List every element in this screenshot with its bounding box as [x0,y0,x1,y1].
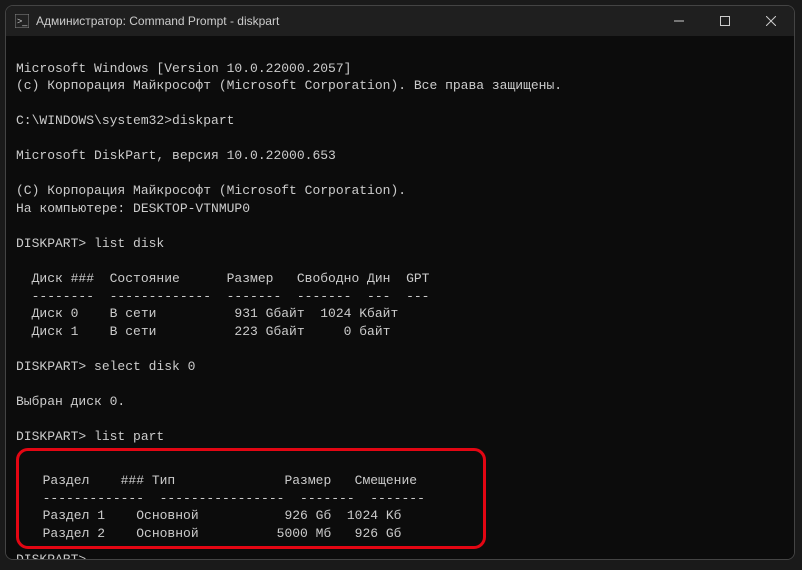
output-line: (C) Корпорация Майкрософт (Microsoft Cor… [16,183,406,198]
window-controls [656,6,794,36]
window-title: Администратор: Command Prompt - diskpart [36,14,656,28]
minimize-button[interactable] [656,6,702,36]
table-header: Раздел ### Тип Размер Смещение [27,473,417,488]
table-row: Диск 1 В сети 223 Gбайт 0 байт [16,324,390,339]
prompt-line: DISKPART> list part [16,429,164,444]
table-separator: -------- ------------- ------- ------- -… [16,289,429,304]
titlebar[interactable]: >_ Администратор: Command Prompt - diskp… [6,6,794,36]
cmd-icon: >_ [14,13,30,29]
highlight-box: Раздел ### Тип Размер Смещение ---------… [16,448,486,550]
command-prompt-window: >_ Администратор: Command Prompt - diskp… [5,5,795,560]
table-row: Диск 0 В сети 931 Gбайт 1024 Kбайт [16,306,398,321]
prompt-line: DISKPART> list disk [16,236,164,251]
output-line: На компьютере: DESKTOP-VTNMUP0 [16,201,250,216]
output-line: (c) Корпорация Майкрософт (Microsoft Cor… [16,78,562,93]
output-line: Microsoft Windows [Version 10.0.22000.20… [16,61,351,76]
terminal-output[interactable]: Microsoft Windows [Version 10.0.22000.20… [6,36,794,559]
table-row: Раздел 1 Основной 926 Gб 1024 Kб [27,508,401,523]
svg-text:>_: >_ [17,16,28,26]
table-header: Диск ### Состояние Размер Свободно Дин G… [16,271,429,286]
output-line: Выбран диск 0. [16,394,125,409]
close-button[interactable] [748,6,794,36]
table-row: Раздел 2 Основной 5000 Mб 926 Gб [27,526,401,541]
maximize-button[interactable] [702,6,748,36]
table-separator: ------------- ---------------- ------- -… [27,491,425,506]
prompt-line: C:\WINDOWS\system32>diskpart [16,113,234,128]
prompt-line: DISKPART> select disk 0 [16,359,195,374]
output-line: Microsoft DiskPart, версия 10.0.22000.65… [16,148,336,163]
prompt-line: DISKPART> [16,552,94,559]
